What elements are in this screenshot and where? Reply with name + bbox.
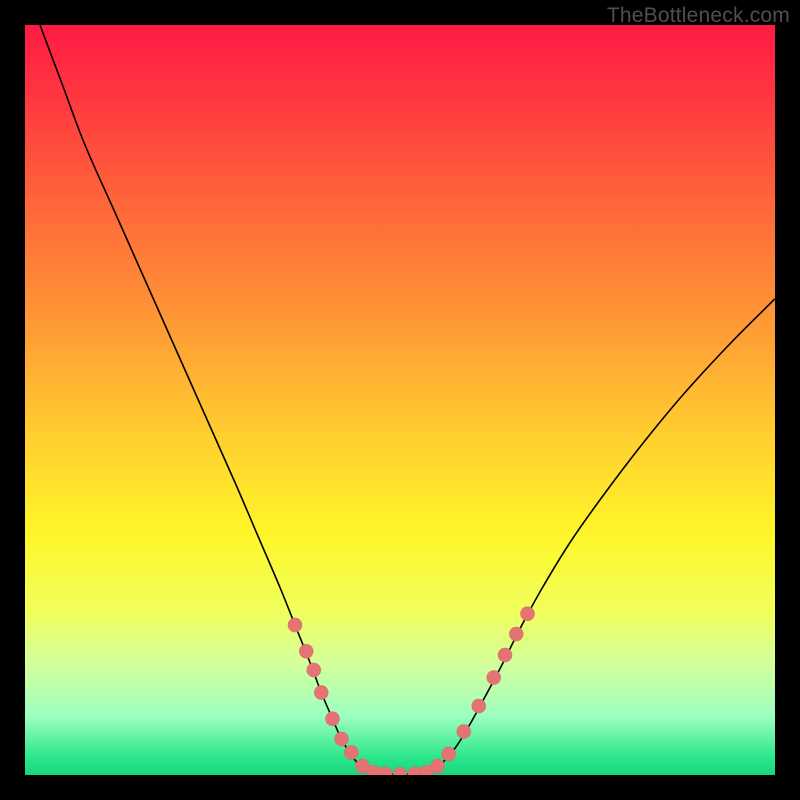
data-marker: [299, 644, 313, 658]
data-marker: [498, 648, 512, 662]
data-marker: [314, 685, 328, 699]
data-marker: [393, 767, 407, 775]
data-marker: [457, 724, 471, 738]
series-left-branch: [40, 25, 370, 772]
marker-group: [288, 607, 535, 775]
data-marker: [430, 759, 444, 773]
data-marker: [344, 745, 358, 759]
data-marker: [520, 607, 534, 621]
data-marker: [288, 618, 302, 632]
data-marker: [442, 747, 456, 761]
watermark-text: TheBottleneck.com: [607, 4, 790, 28]
data-marker: [307, 663, 321, 677]
data-marker: [378, 767, 392, 775]
chart-plot-area: [25, 25, 775, 775]
data-marker: [472, 699, 486, 713]
chart-svg: [25, 25, 775, 775]
data-marker: [325, 712, 339, 726]
data-marker: [487, 670, 501, 684]
data-marker: [334, 732, 348, 746]
data-marker: [509, 627, 523, 641]
